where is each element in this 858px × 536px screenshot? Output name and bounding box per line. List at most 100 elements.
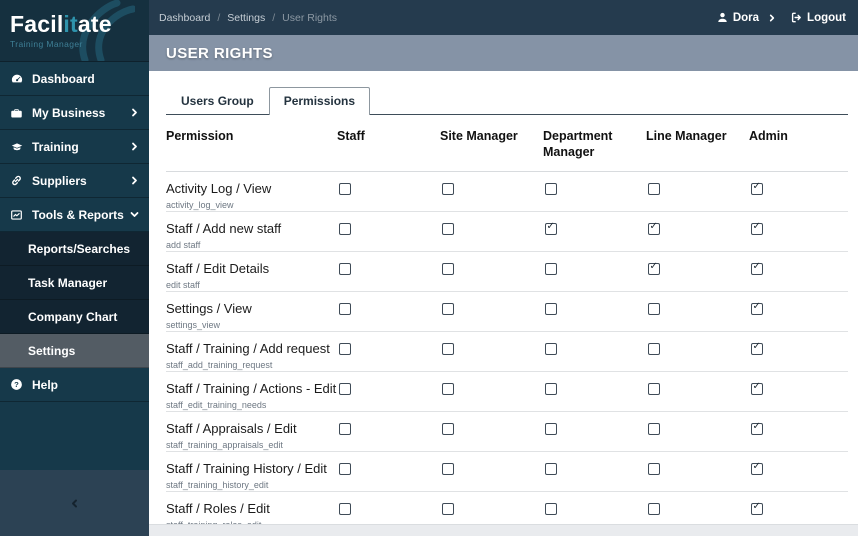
checkbox-department-manager[interactable] xyxy=(545,502,557,515)
permission-name: Staff / Add new staff xyxy=(166,220,282,236)
app-window: Facilitate Training Manager Dashboard My… xyxy=(0,0,858,536)
sidebar-item-label: Help xyxy=(32,377,59,392)
checkbox-staff[interactable] xyxy=(339,262,351,275)
checkbox-site-manager[interactable] xyxy=(442,222,454,235)
checkbox-department-manager[interactable] xyxy=(545,221,557,235)
checkbox-site-manager[interactable] xyxy=(442,342,454,355)
checkbox-admin[interactable] xyxy=(751,421,763,435)
checkbox-department-manager[interactable] xyxy=(545,382,557,395)
checkbox-line-manager[interactable] xyxy=(648,422,660,435)
tab-users-group[interactable]: Users Group xyxy=(166,87,269,114)
sidebar-item-help[interactable]: ? Help xyxy=(0,368,149,402)
checkbox-staff[interactable] xyxy=(339,382,351,395)
checkbox-staff[interactable] xyxy=(339,222,351,235)
chevron-right-icon xyxy=(130,142,139,151)
checkbox-staff[interactable] xyxy=(339,342,351,355)
checkbox-admin[interactable] xyxy=(751,261,763,275)
chevron-right-icon xyxy=(130,108,139,117)
checkbox-department-manager[interactable] xyxy=(545,302,557,315)
permission-name: Settings / View xyxy=(166,300,252,316)
checkbox-staff[interactable] xyxy=(339,502,351,515)
chevron-down-icon xyxy=(130,210,139,219)
permission-code: add staff xyxy=(166,239,201,250)
sidebar: Facilitate Training Manager Dashboard My… xyxy=(0,0,149,536)
checkbox-department-manager[interactable] xyxy=(545,462,557,475)
checkbox-department-manager[interactable] xyxy=(545,342,557,355)
checkbox-site-manager[interactable] xyxy=(442,422,454,435)
tools-reports-submenu: Reports/Searches Task Manager Company Ch… xyxy=(0,232,149,368)
dashboard-icon xyxy=(10,72,25,85)
checkbox-site-manager[interactable] xyxy=(442,502,454,515)
sidebar-item-label: My Business xyxy=(32,105,106,120)
checkbox-admin[interactable] xyxy=(751,221,763,235)
logo[interactable]: Facilitate Training Manager xyxy=(0,0,149,62)
sidebar-item-dashboard[interactable]: Dashboard xyxy=(0,62,149,96)
checkbox-line-manager[interactable] xyxy=(648,221,660,235)
sidebar-item-my-business[interactable]: My Business xyxy=(0,96,149,130)
checkbox-site-manager[interactable] xyxy=(442,262,454,275)
checkbox-site-manager[interactable] xyxy=(442,182,454,195)
tab-bar: Users Group Permissions xyxy=(166,87,848,115)
sidebar-collapse-button[interactable] xyxy=(0,470,149,536)
checkbox-admin[interactable] xyxy=(751,381,763,395)
sidebar-item-suppliers[interactable]: Suppliers xyxy=(0,164,149,198)
table-row: Settings / View settings_view xyxy=(166,292,848,332)
permission-code: staff_training_history_edit xyxy=(166,479,269,490)
logout-button[interactable]: Logout xyxy=(790,11,846,24)
permission-name: Staff / Edit Details xyxy=(166,260,270,276)
sidebar-item-task-manager[interactable]: Task Manager xyxy=(0,266,149,300)
checkbox-line-manager[interactable] xyxy=(648,502,660,515)
topbar-right: Dora Logout xyxy=(716,11,846,24)
permission-name: Staff / Training / Actions - Edit xyxy=(166,380,337,396)
graduation-cap-icon xyxy=(10,140,25,153)
sidebar-item-tools-reports[interactable]: Tools & Reports xyxy=(0,198,149,232)
checkbox-admin[interactable] xyxy=(751,461,763,475)
checkbox-staff[interactable] xyxy=(339,182,351,195)
column-header-department-manager: Department Manager xyxy=(543,129,613,160)
table-row: Staff / Edit Details edit staff xyxy=(166,252,848,292)
checkbox-line-manager[interactable] xyxy=(648,182,660,195)
permission-name: Staff / Training History / Edit xyxy=(166,460,327,476)
briefcase-icon xyxy=(10,106,25,119)
page-title: USER RIGHTS xyxy=(166,44,273,62)
checkbox-line-manager[interactable] xyxy=(648,342,660,355)
logout-icon xyxy=(791,12,801,23)
table-row: Staff / Appraisals / Edit staff_training_… xyxy=(166,412,848,452)
sidebar-item-reports-searches[interactable]: Reports/Searches xyxy=(0,232,149,266)
checkbox-admin[interactable] xyxy=(751,341,763,355)
checkbox-admin[interactable] xyxy=(751,181,763,195)
checkbox-admin[interactable] xyxy=(751,301,763,315)
checkbox-site-manager[interactable] xyxy=(442,382,454,395)
sidebar-nav: Dashboard My Business Training Suppliers… xyxy=(0,62,149,402)
table-row: Activity Log / View activity_log_view xyxy=(166,172,848,212)
checkbox-department-manager[interactable] xyxy=(545,422,557,435)
sidebar-item-training[interactable]: Training xyxy=(0,130,149,164)
checkbox-site-manager[interactable] xyxy=(442,302,454,315)
checkbox-line-manager[interactable] xyxy=(648,261,660,275)
checkbox-line-manager[interactable] xyxy=(648,382,660,395)
permission-name: Staff / Training / Add request xyxy=(166,340,330,356)
checkbox-department-manager[interactable] xyxy=(545,182,557,195)
main-area: Dashboard / Settings / User Rights Dora … xyxy=(149,0,858,536)
sidebar-item-company-chart[interactable]: Company Chart xyxy=(0,300,149,334)
tab-permissions[interactable]: Permissions xyxy=(268,87,371,115)
table-row: Staff / Add new staff add staff xyxy=(166,212,848,252)
logo-subtitle: Training Manager xyxy=(10,39,83,49)
checkbox-staff[interactable] xyxy=(339,422,351,435)
user-menu[interactable]: Dora xyxy=(716,11,776,24)
checkbox-admin[interactable] xyxy=(751,501,763,515)
checkbox-staff[interactable] xyxy=(339,302,351,315)
checkbox-staff[interactable] xyxy=(339,462,351,475)
checkbox-site-manager[interactable] xyxy=(442,462,454,475)
checkbox-department-manager[interactable] xyxy=(545,262,557,275)
checkbox-line-manager[interactable] xyxy=(648,302,660,315)
permission-code: activity_log_view xyxy=(166,199,234,210)
permission-code: edit staff xyxy=(166,279,200,290)
checkbox-line-manager[interactable] xyxy=(648,462,660,475)
breadcrumb-item-dashboard[interactable]: Dashboard xyxy=(159,12,210,24)
topbar: Dashboard / Settings / User Rights Dora … xyxy=(149,0,858,35)
sidebar-item-settings[interactable]: Settings xyxy=(0,334,149,368)
chevron-left-icon xyxy=(70,499,79,508)
breadcrumb-item-settings[interactable]: Settings xyxy=(227,12,265,24)
permission-code: staff_edit_training_needs xyxy=(166,399,267,410)
